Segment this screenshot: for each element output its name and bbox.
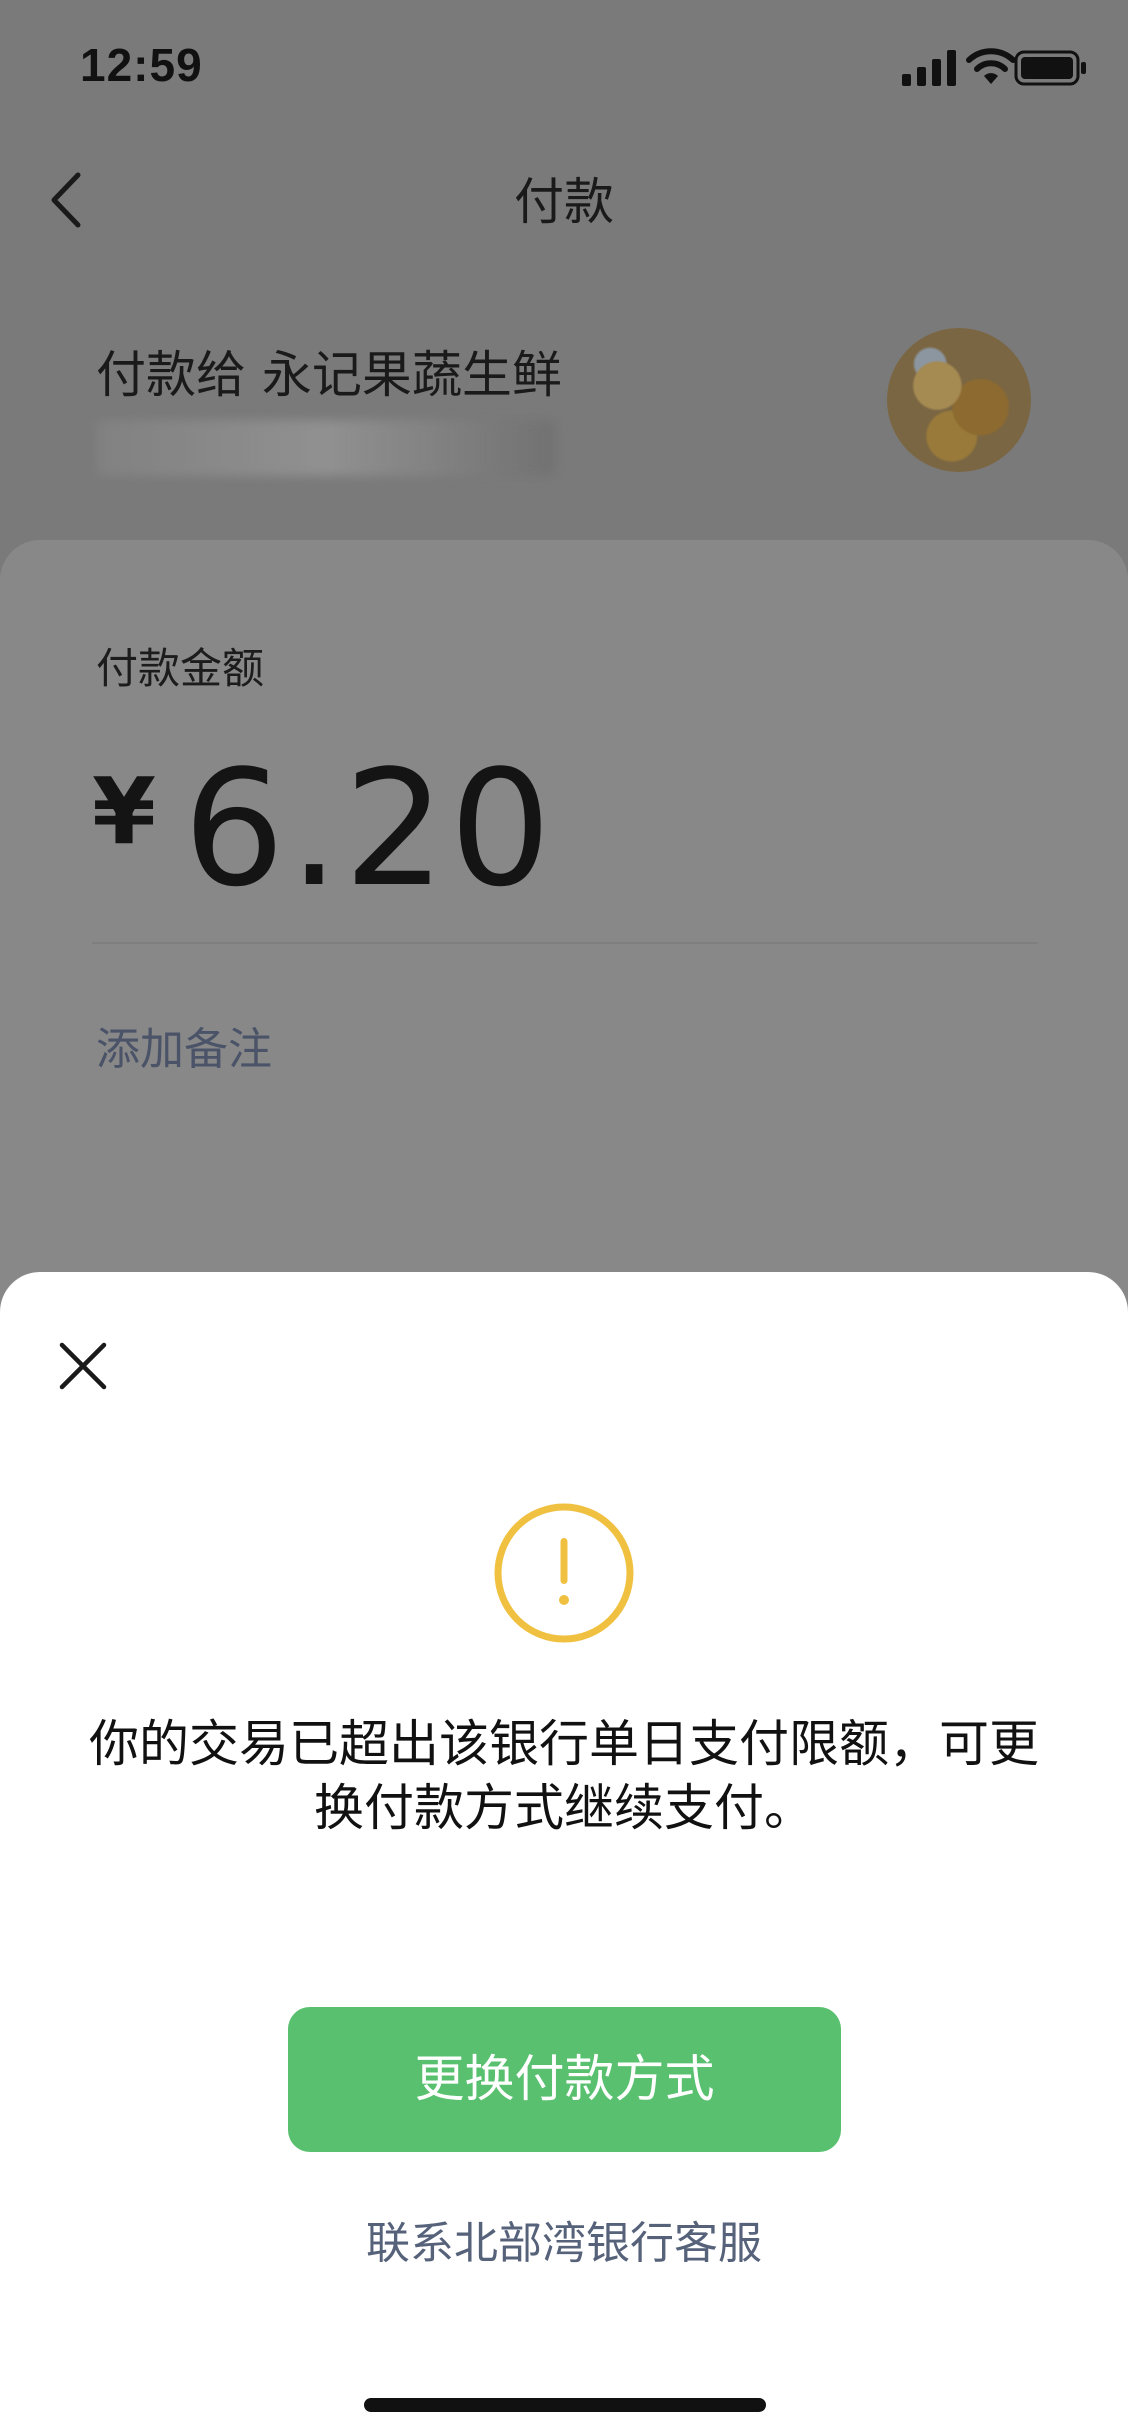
chevron-left-icon [51, 172, 81, 228]
payment-screen: 12:59 付款 付款给 永记果蔬生鲜 付款金额 ¥ 6.20 添加备注 你的交… [0, 0, 1128, 2436]
home-indicator [364, 2398, 766, 2412]
close-button[interactable] [52, 1335, 114, 1397]
contact-bank-service-link[interactable]: 联系北部湾银行客服 [0, 2207, 1128, 2271]
payee-detail-blurred [96, 420, 556, 476]
battery-icon [1014, 50, 1086, 86]
amount-value: 6.20 [183, 735, 556, 922]
cellular-signal-icon [902, 50, 956, 86]
page-title: 付款 [514, 173, 614, 231]
wifi-icon [966, 48, 1016, 84]
payee-avatar [887, 328, 1031, 472]
amount-label: 付款金额 [96, 644, 265, 693]
close-icon [59, 1342, 107, 1390]
divider [92, 942, 1038, 944]
limit-exceeded-message: 你的交易已超出该银行单日支付限额，可更换付款方式继续支付。 [89, 1715, 1039, 1837]
payee-name: 付款给 永记果蔬生鲜 [96, 346, 562, 404]
back-button[interactable] [40, 165, 100, 235]
status-time: 12:59 [80, 39, 203, 91]
currency-symbol: ¥ [92, 758, 157, 865]
add-note-link[interactable]: 添加备注 [96, 1013, 272, 1077]
exclamation-circle-icon [494, 1503, 634, 1643]
status-bar: 12:59 [0, 0, 1128, 140]
change-payment-method-button[interactable]: 更换付款方式 [288, 2007, 841, 2152]
